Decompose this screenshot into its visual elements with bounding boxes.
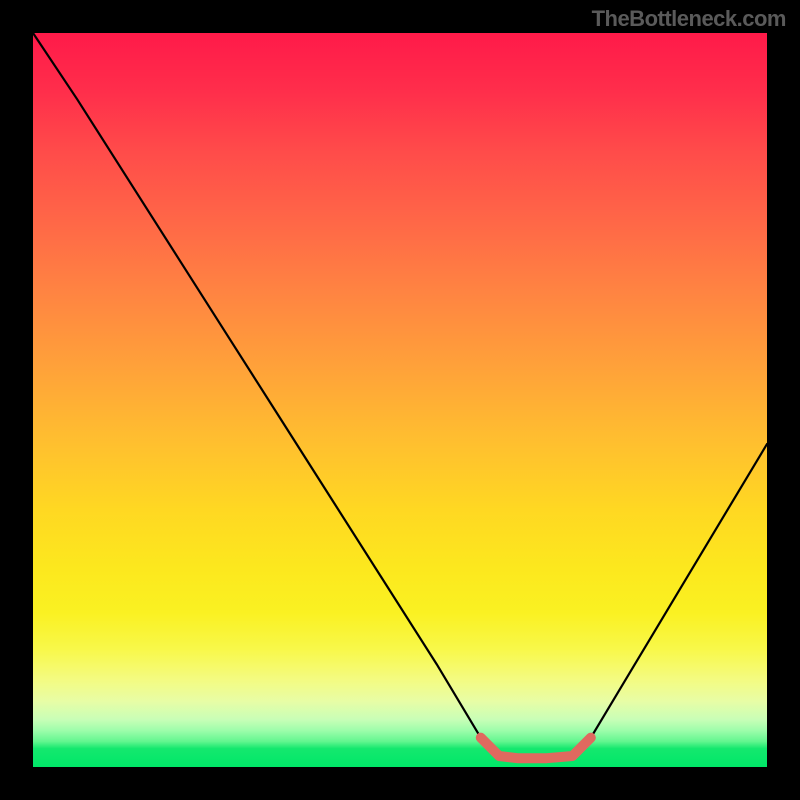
optimal-band-path bbox=[481, 738, 591, 759]
chart-plot-area bbox=[33, 33, 767, 767]
chart-svg bbox=[33, 33, 767, 767]
bottleneck-curve-path bbox=[33, 33, 767, 758]
watermark-text: TheBottleneck.com bbox=[592, 6, 786, 32]
